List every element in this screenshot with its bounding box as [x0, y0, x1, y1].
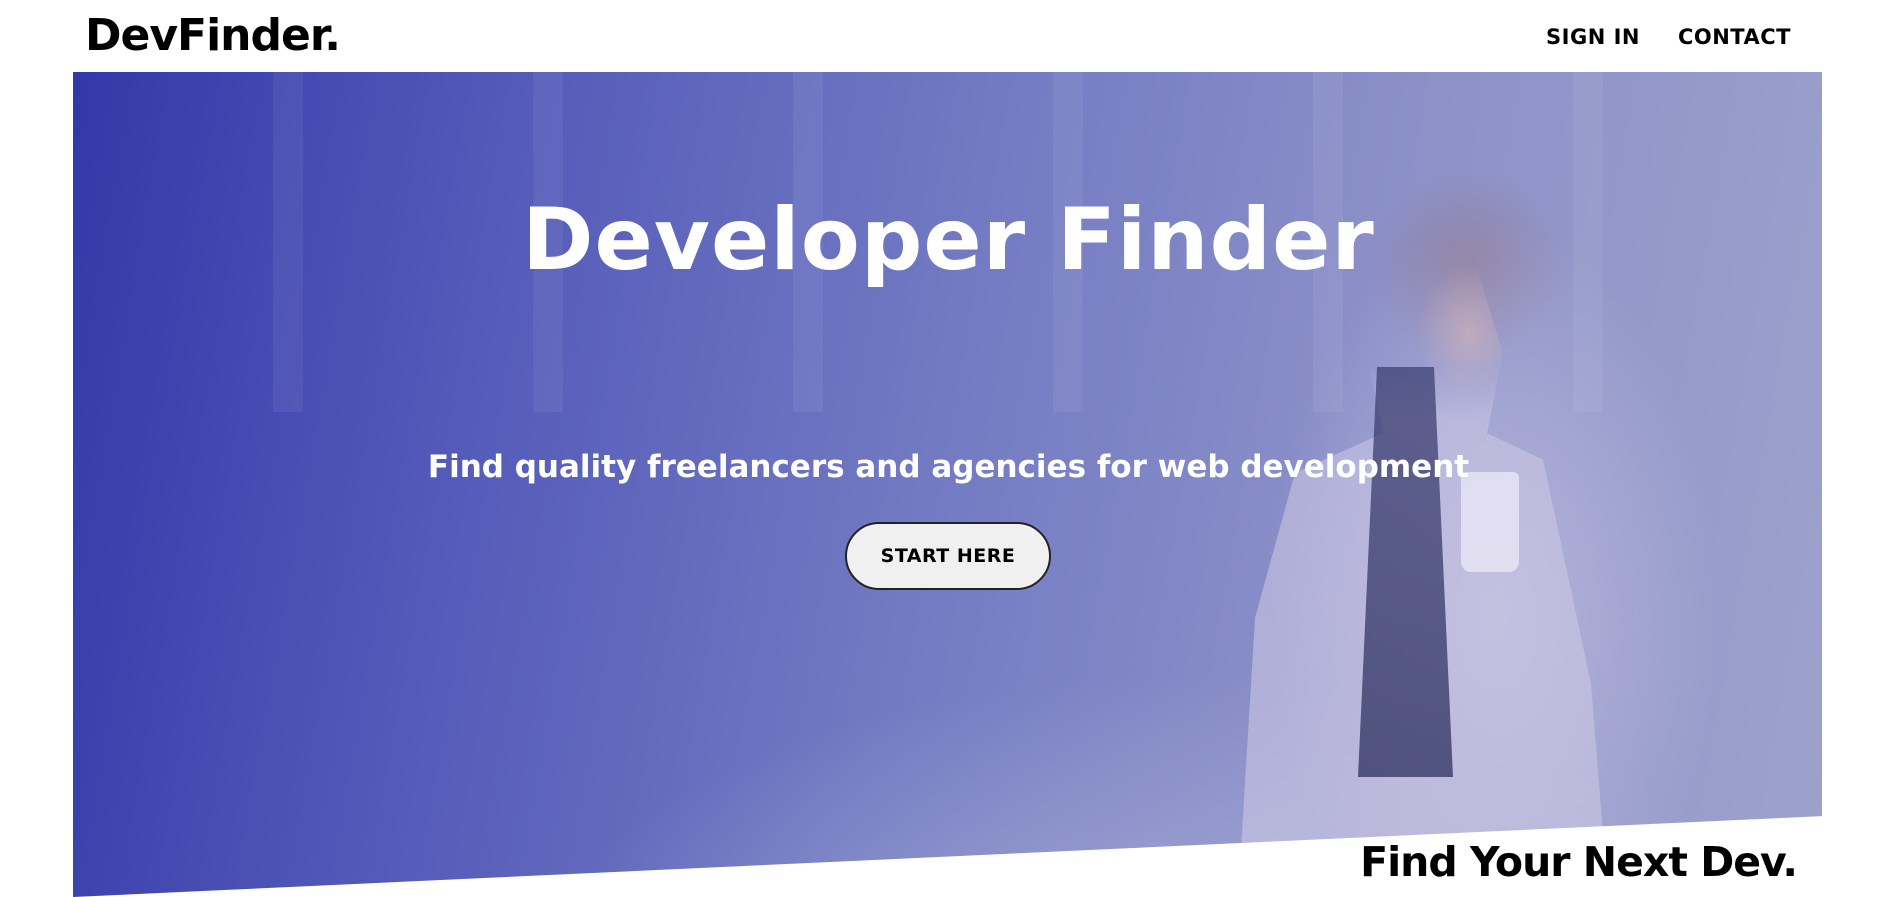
- hero-title: Developer Finder: [522, 190, 1375, 290]
- hero-photo-cup: [1461, 472, 1519, 572]
- top-navbar: DevFinder. SIGN IN CONTACT: [0, 0, 1897, 72]
- nav-sign-in-link[interactable]: SIGN IN: [1546, 24, 1640, 50]
- start-here-button[interactable]: START HERE: [845, 522, 1051, 590]
- main-nav: SIGN IN CONTACT: [1546, 24, 1791, 50]
- nav-contact-link[interactable]: CONTACT: [1678, 24, 1791, 50]
- site-logo[interactable]: DevFinder.: [85, 10, 341, 62]
- hero-subtitle: Find quality freelancers and agencies fo…: [427, 449, 1470, 485]
- section-title: Find Your Next Dev.: [1360, 838, 1798, 886]
